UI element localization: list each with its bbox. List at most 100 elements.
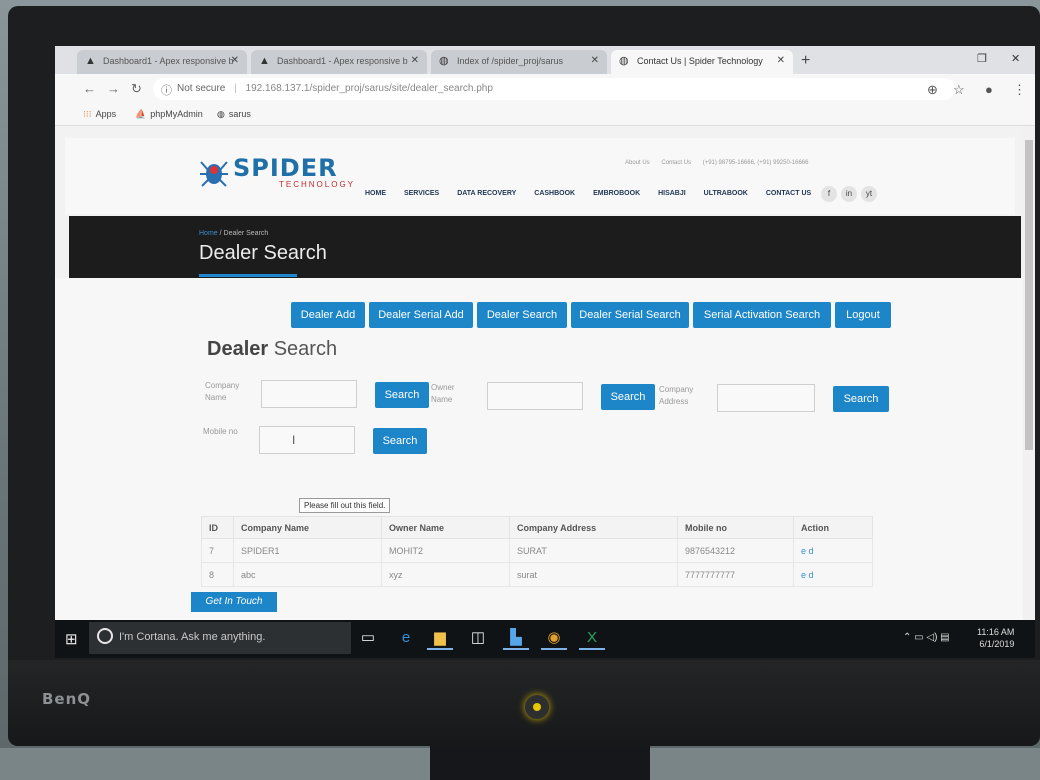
edit-delete-links[interactable]: e d (793, 562, 873, 587)
file-explorer-icon[interactable]: ▆ (427, 626, 453, 650)
mobile-search-button[interactable]: Search (373, 428, 427, 454)
column-header: Mobile no (677, 516, 794, 539)
owner-search-button[interactable]: Search (601, 384, 655, 410)
breadcrumb-home-link[interactable]: Home (199, 230, 218, 237)
owner-name-label: Owner Name (431, 383, 455, 404)
page-scrollbar[interactable] (1023, 126, 1035, 634)
cortana-placeholder: I'm Cortana. Ask me anything. (119, 631, 266, 643)
excel-icon[interactable]: X (579, 626, 605, 650)
new-tab-plus-icon[interactable]: + (801, 52, 810, 70)
cell-owner-name: xyz (381, 562, 510, 587)
page-banner: Home / Dealer Search Dealer Search (69, 216, 1021, 278)
forward-arrow-icon[interactable]: → (107, 81, 120, 96)
company-search-button[interactable]: Search (375, 382, 429, 408)
nav-contact-us[interactable]: CONTACT US (766, 190, 811, 197)
close-window-icon[interactable]: ✕ (1011, 52, 1020, 65)
dealer-search-button[interactable]: Dealer Search (477, 302, 567, 328)
address-search-button[interactable]: Search (833, 386, 889, 412)
edit-delete-links[interactable]: e d (793, 538, 873, 563)
nav-embrobook[interactable]: EMBROBOOK (593, 190, 640, 197)
owner-name-input[interactable] (487, 382, 583, 410)
cell-company-name: SPIDER1 (233, 538, 382, 563)
spider-logo-icon[interactable] (199, 156, 229, 188)
column-header: Company Name (233, 516, 382, 539)
cell-id: 8 (201, 562, 234, 587)
table-row: 7 SPIDER1 MOHIT2 SURAT 9876543212 e d (201, 538, 873, 563)
nav-data-recovery[interactable]: DATA RECOVERY (457, 190, 516, 197)
browser-tab[interactable]: ◍ Index of /spider_proj/sarus ✕ (431, 50, 607, 74)
tab-title: Index of /spider_proj/sarus (457, 56, 564, 66)
cortana-search-box[interactable]: I'm Cortana. Ask me anything. (89, 622, 351, 654)
taskbar-clock[interactable]: 11:16 AM 6/1/2019 (977, 626, 1014, 650)
apps-grid-icon: ⁝⁝⁝ (83, 109, 92, 119)
profile-avatar-icon[interactable]: ● (985, 82, 993, 97)
dealer-results-table: ID Company Name Owner Name Company Addre… (201, 516, 873, 587)
serial-activation-search-button[interactable]: Serial Activation Search (693, 302, 831, 328)
close-icon[interactable]: ✕ (777, 55, 785, 66)
company-name-input[interactable] (261, 380, 357, 408)
nav-ultrabook[interactable]: ULTRABOOK (704, 190, 748, 197)
system-tray-icons[interactable]: ⌃ ▭ ◁) ▤ (903, 632, 950, 643)
store-icon[interactable]: ◫ (465, 626, 491, 650)
company-name-label: Company Name (205, 381, 240, 402)
dealer-serial-search-button[interactable]: Dealer Serial Search (571, 302, 689, 328)
bookmarks-bar: ⁝⁝⁝ Apps ⛵ phpMyAdmin ◍ sarus (55, 104, 1035, 126)
mobile-input[interactable]: I (259, 426, 355, 454)
section-title-rest: Search (268, 338, 338, 360)
windows-start-icon[interactable]: ⊞ (65, 630, 78, 648)
scrollbar-thumb[interactable] (1025, 140, 1033, 450)
bookmark-label: phpMyAdmin (150, 109, 203, 119)
section-title-bold: Dealer (207, 338, 269, 360)
close-icon[interactable]: ✕ (231, 55, 239, 66)
url-text: 192.168.137.1/spider_proj/sarus/site/dea… (245, 83, 493, 94)
address-bar[interactable]: ⓘ Not secure | 192.168.137.1/spider_proj… (153, 78, 955, 100)
zoom-icon[interactable]: ⊕ (927, 82, 938, 98)
browser-tab[interactable]: ▲ Dashboard1 - Apex responsive b ✕ (251, 50, 427, 74)
bookmark-star-icon[interactable]: ☆ (953, 82, 965, 98)
close-icon[interactable]: ✕ (411, 55, 419, 66)
bookmark-apps[interactable]: ⁝⁝⁝ Apps (83, 109, 116, 120)
cell-mobile: 9876543212 (677, 538, 794, 563)
bookmark-phpmyadmin[interactable]: ⛵ phpMyAdmin (135, 109, 203, 120)
get-in-touch-tab[interactable]: Get In Touch (191, 592, 277, 612)
restore-window-icon[interactable]: ❐ (977, 52, 987, 65)
tab-title: Contact Us | Spider Technology (637, 56, 763, 66)
globe-icon: ◍ (619, 55, 629, 67)
section-title: Dealer Search (207, 338, 337, 361)
app-icon[interactable]: ▙ (503, 626, 529, 650)
browser-tab[interactable]: ▲ Dashboard1 - Apex responsive b ✕ (77, 50, 247, 74)
nav-hisabji[interactable]: HISABJI (658, 190, 686, 197)
contact-us-link[interactable]: Contact Us (661, 160, 691, 166)
company-address-input[interactable] (717, 384, 815, 412)
nav-services[interactable]: SERVICES (404, 190, 439, 197)
dealer-serial-add-button[interactable]: Dealer Serial Add (369, 302, 473, 328)
facebook-icon[interactable]: f (821, 186, 837, 202)
edge-browser-icon[interactable]: e (393, 626, 419, 650)
menu-kebab-icon[interactable]: ⋮ (1013, 82, 1026, 98)
browser-tab-active[interactable]: ◍ Contact Us | Spider Technology ✕ (611, 50, 793, 74)
logout-button[interactable]: Logout (835, 302, 891, 328)
nav-home[interactable]: HOME (365, 190, 386, 197)
table-row: 8 abc xyz surat 7777777777 e d (201, 562, 873, 587)
info-icon[interactable]: ⓘ (161, 82, 172, 98)
dealer-add-button[interactable]: Dealer Add (291, 302, 365, 328)
task-view-icon[interactable]: ▭ (355, 626, 381, 650)
nav-cashbook[interactable]: CASHBOOK (534, 190, 575, 197)
about-us-link[interactable]: About Us (625, 160, 650, 166)
globe-icon: ◍ (439, 55, 449, 67)
back-arrow-icon[interactable]: ← (83, 81, 96, 96)
youtube-icon[interactable]: yt (861, 186, 877, 202)
reload-icon[interactable]: ↻ (131, 81, 142, 97)
close-icon[interactable]: ✕ (591, 55, 599, 66)
chrome-icon[interactable]: ◉ (541, 626, 567, 650)
security-label: Not secure (177, 83, 226, 94)
logo-title[interactable]: SPIDER (233, 154, 338, 182)
apex-icon: ▲ (85, 55, 96, 67)
breadcrumb-current: Dealer Search (223, 230, 269, 237)
phpmyadmin-icon: ⛵ (135, 109, 147, 119)
power-button-icon[interactable] (525, 695, 549, 719)
cortana-icon (97, 628, 113, 644)
cell-company-address: SURAT (509, 538, 678, 563)
bookmark-sarus[interactable]: ◍ sarus (217, 109, 251, 120)
linkedin-icon[interactable]: in (841, 186, 857, 202)
